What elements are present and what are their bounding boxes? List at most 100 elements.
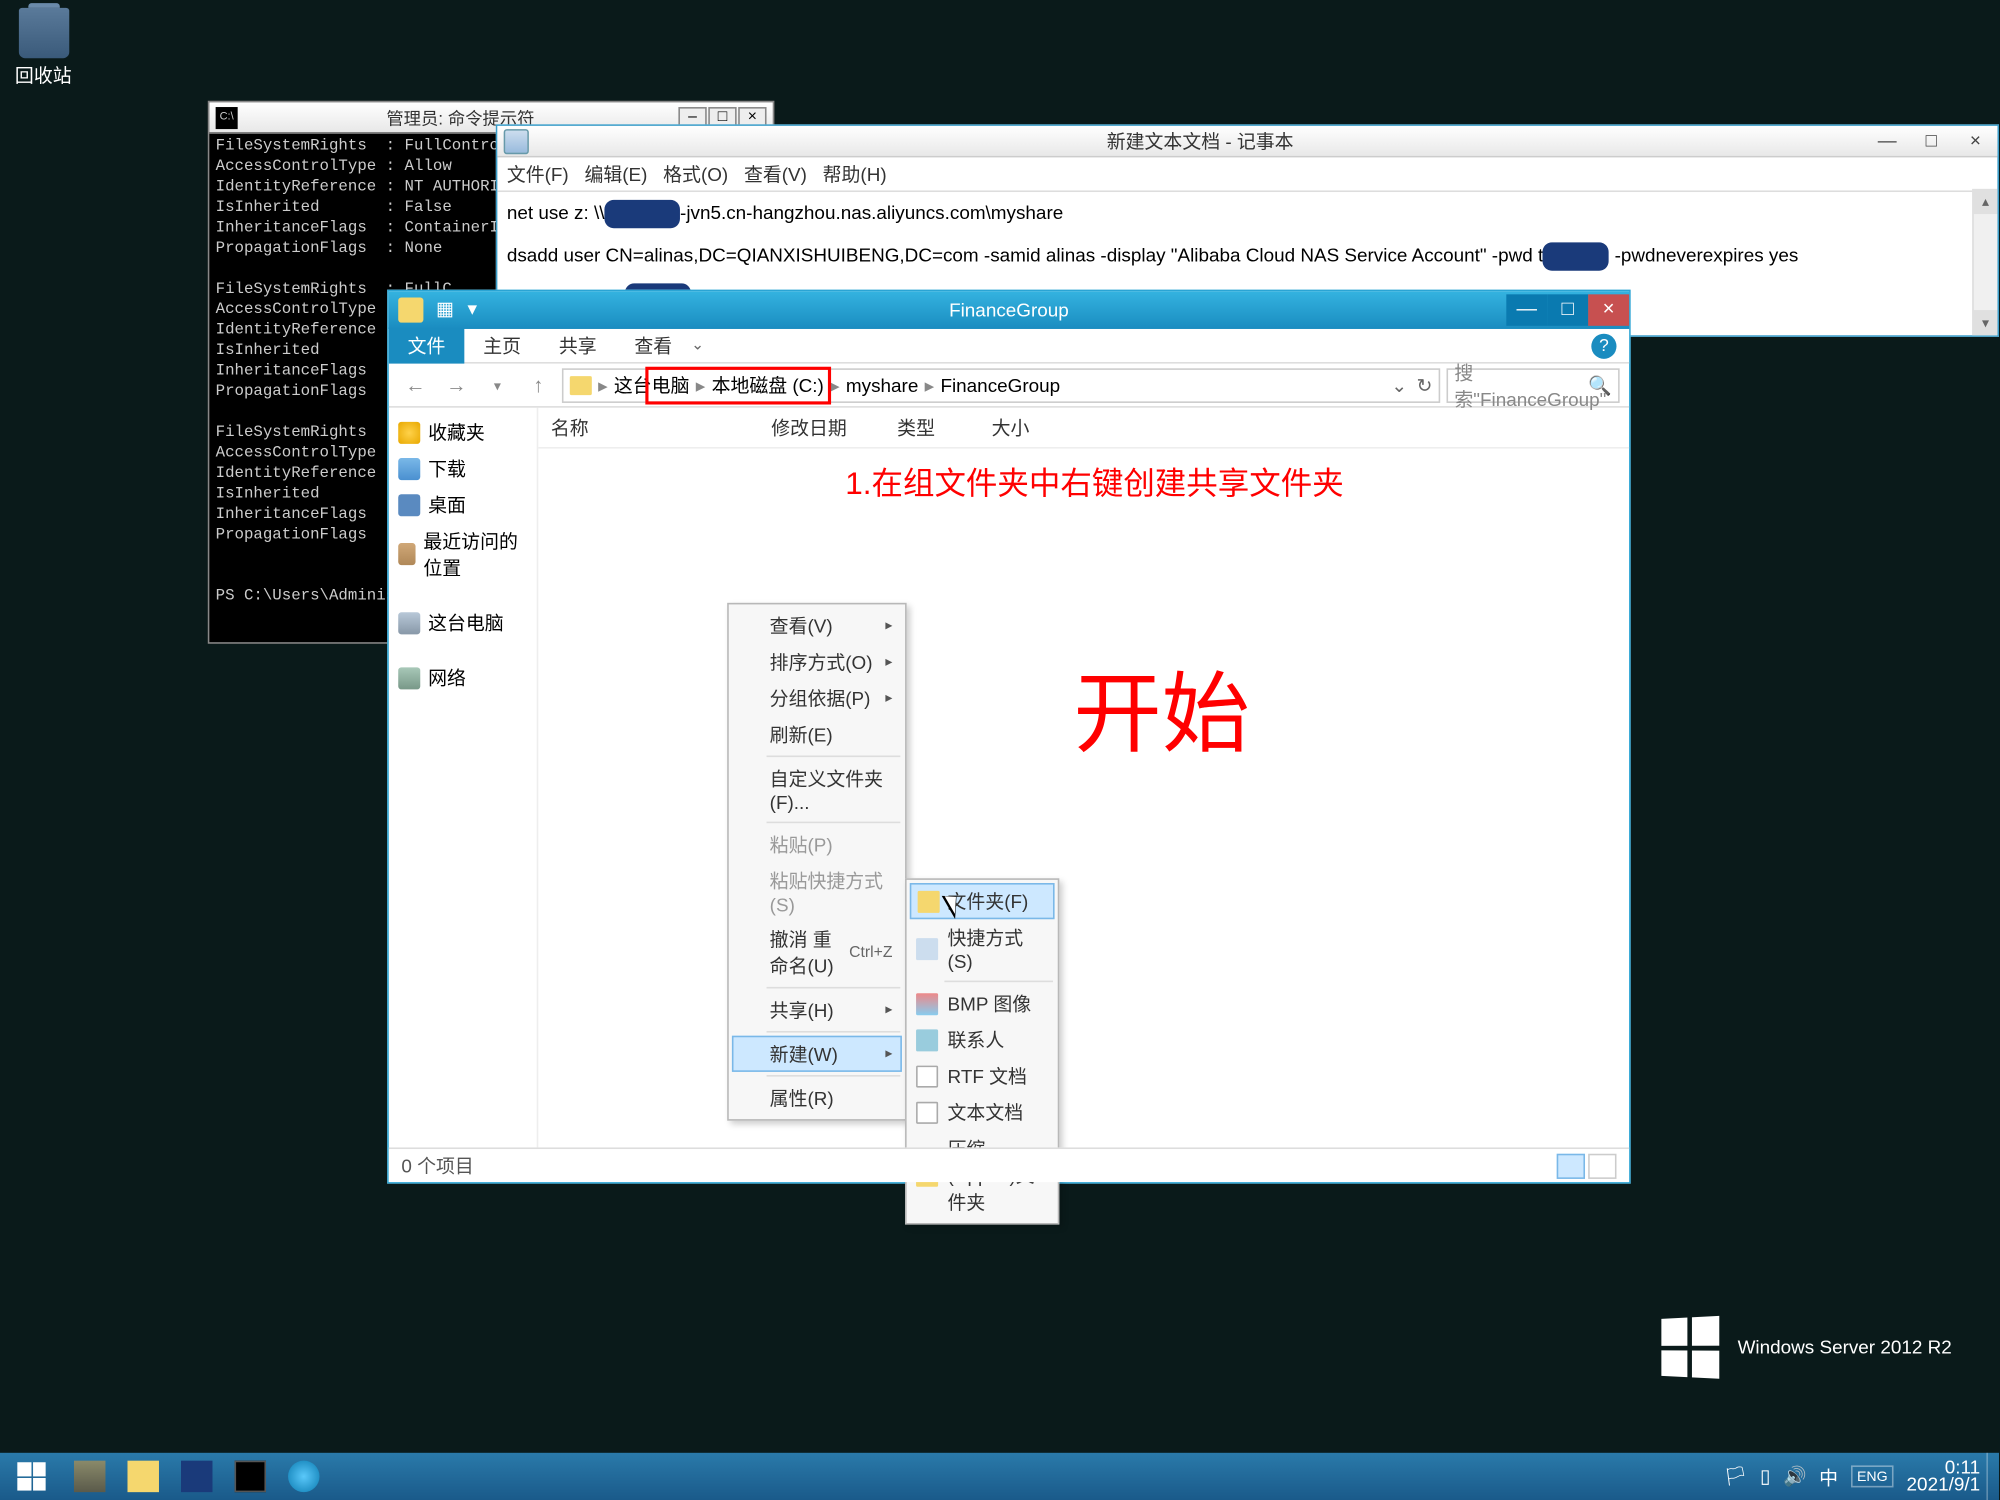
explorer-maximize-button[interactable]: □ <box>1547 294 1588 325</box>
tray-network-icon[interactable]: ▯ <box>1760 1465 1770 1487</box>
redacted-text: xxxxxxxx <box>604 200 680 228</box>
nav-forward-button[interactable]: → <box>439 368 474 403</box>
ctx-properties[interactable]: 属性(R) <box>732 1080 902 1116</box>
notepad-menu-format[interactable]: 格式(O) <box>663 161 728 188</box>
explorer-statusbar: 0 个项目 <box>389 1147 1629 1182</box>
sidebar-downloads[interactable]: 下载 <box>392 450 534 486</box>
qat-newfolder-icon[interactable]: ▾ <box>467 297 495 322</box>
notepad-maximize-button[interactable]: □ <box>1909 127 1953 155</box>
search-icon[interactable]: 🔍 <box>1588 374 1612 396</box>
explorer-close-button[interactable]: × <box>1588 294 1629 325</box>
view-icons-button[interactable] <box>1588 1153 1616 1178</box>
document-icon <box>916 1065 938 1087</box>
ctx-refresh[interactable]: 刷新(E) <box>732 716 902 752</box>
qat-properties-icon[interactable]: ▦ <box>436 297 464 322</box>
ribbon-tab-home[interactable]: 主页 <box>464 327 540 363</box>
chevron-right-icon[interactable]: ▸ <box>598 374 607 396</box>
col-name[interactable]: 名称 <box>538 411 758 444</box>
breadcrumb-bar[interactable]: ▸ 这台电脑 ▸ 本地磁盘 (C:) ▸ myshare ▸ FinanceGr… <box>562 368 1440 403</box>
ctx-new-rtf[interactable]: RTF 文档 <box>910 1058 1055 1094</box>
breadcrumb-disk[interactable]: 本地磁盘 (C:) <box>712 371 824 398</box>
sidebar-this-pc[interactable]: 这台电脑 <box>392 604 534 640</box>
tray-ime-indicator[interactable]: 中 <box>1819 1463 1838 1490</box>
explorer-title-text: FinanceGroup <box>389 299 1629 321</box>
ctx-paste-shortcut: 粘贴快捷方式(S) <box>732 863 902 921</box>
refresh-icon[interactable]: ↻ <box>1417 374 1433 396</box>
chevron-right-icon[interactable]: ▸ <box>830 374 839 396</box>
explorer-window: ▦ ▾ FinanceGroup — □ × 文件 主页 共享 查看 ⌄ ? ←… <box>387 290 1630 1184</box>
chevron-right-icon: ▸ <box>885 1001 892 1018</box>
help-icon[interactable]: ? <box>1591 333 1616 358</box>
chevron-right-icon[interactable]: ▸ <box>925 374 934 396</box>
tray-language-button[interactable]: ENG <box>1851 1465 1894 1487</box>
ribbon-expand-icon[interactable]: ⌄ <box>691 337 704 354</box>
tray-clock[interactable]: 0:11 2021/9/1 <box>1907 1459 1981 1494</box>
col-size[interactable]: 大小 <box>979 411 1058 444</box>
ctx-new-folder[interactable]: 文件夹(F) <box>910 883 1055 919</box>
notepad-menu-edit[interactable]: 编辑(E) <box>584 161 647 188</box>
annotation-step1: 1.在组文件夹中右键创建共享文件夹 <box>845 458 1343 504</box>
ribbon-tab-share[interactable]: 共享 <box>540 327 616 363</box>
nav-back-button[interactable]: ← <box>398 368 433 403</box>
notepad-menu-help[interactable]: 帮助(H) <box>823 161 887 188</box>
notepad-close-button[interactable]: × <box>1953 127 1997 155</box>
nav-history-dropdown[interactable]: ▾ <box>480 368 515 403</box>
notepad-title-text: 新建文本文档 - 记事本 <box>535 127 1865 154</box>
taskbar-server-manager[interactable] <box>63 1453 117 1500</box>
show-desktop-button[interactable] <box>1986 1453 1999 1500</box>
notepad-titlebar[interactable]: 新建文本文档 - 记事本 — □ × <box>497 126 1997 157</box>
notepad-menu-view[interactable]: 查看(V) <box>744 161 807 188</box>
notepad-scrollbar[interactable]: ▴ ▾ <box>1972 189 1997 335</box>
ctx-new-txt[interactable]: 文本文档 <box>910 1094 1055 1130</box>
taskbar-cmd[interactable] <box>224 1453 278 1500</box>
explorer-search-input[interactable]: 搜索"FinanceGroup" 🔍 <box>1447 368 1620 403</box>
ctx-new-contact[interactable]: 联系人 <box>910 1022 1055 1058</box>
explorer-ribbon: 文件 主页 共享 查看 ⌄ ? <box>389 329 1629 364</box>
ctx-sort[interactable]: 排序方式(O)▸ <box>732 644 902 680</box>
explorer-minimize-button[interactable]: — <box>1506 294 1547 325</box>
tray-sound-icon[interactable]: 🔊 <box>1783 1465 1807 1487</box>
os-watermark-text: Windows Server 2012 R2 <box>1738 1336 1952 1358</box>
chevron-right-icon[interactable]: ▸ <box>696 374 705 396</box>
context-menu: 查看(V)▸ 排序方式(O)▸ 分组依据(P)▸ 刷新(E) 自定义文件夹(F)… <box>727 603 906 1121</box>
ctx-group[interactable]: 分组依据(P)▸ <box>732 680 902 716</box>
sidebar-desktop[interactable]: 桌面 <box>392 486 534 522</box>
notepad-menu-file[interactable]: 文件(F) <box>507 161 569 188</box>
scroll-down-icon[interactable]: ▾ <box>1974 310 1998 335</box>
explorer-titlebar[interactable]: ▦ ▾ FinanceGroup — □ × <box>389 291 1629 329</box>
folder-icon <box>918 890 940 912</box>
scroll-up-icon[interactable]: ▴ <box>1974 189 1998 214</box>
ctx-new-bmp[interactable]: BMP 图像 <box>910 985 1055 1021</box>
nav-up-button[interactable]: ↑ <box>521 368 556 403</box>
sidebar-network[interactable]: 网络 <box>392 660 534 696</box>
taskbar-explorer[interactable] <box>116 1453 170 1500</box>
sidebar-recent[interactable]: 最近访问的位置 <box>392 523 534 586</box>
ctx-new[interactable]: 新建(W)▸ <box>732 1036 902 1072</box>
ctx-customize[interactable]: 自定义文件夹(F)... <box>732 760 902 818</box>
ribbon-tab-file[interactable]: 文件 <box>389 327 465 363</box>
breadcrumb-pc[interactable]: 这台电脑 <box>614 371 690 398</box>
ctx-share[interactable]: 共享(H)▸ <box>732 992 902 1028</box>
col-modified[interactable]: 修改日期 <box>759 411 885 444</box>
taskbar-powershell[interactable] <box>170 1453 224 1500</box>
notepad-minimize-button[interactable]: — <box>1865 127 1909 155</box>
shortcut-icon <box>916 937 938 959</box>
taskbar-ie[interactable] <box>277 1453 331 1500</box>
ctx-paste: 粘贴(P) <box>732 826 902 862</box>
explorer-file-pane[interactable]: 名称 修改日期 类型 大小 1.在组文件夹中右键创建共享文件夹 开始 查看(V)… <box>538 408 1629 1148</box>
ribbon-tab-view[interactable]: 查看 <box>616 327 692 363</box>
tray-flag-icon[interactable]: 🏳 <box>1723 1465 1747 1487</box>
explorer-icon <box>127 1461 158 1492</box>
desktop-recycle-bin[interactable]: 回收站 <box>8 8 79 88</box>
ctx-view[interactable]: 查看(V)▸ <box>732 608 902 644</box>
breadcrumb-myshare[interactable]: myshare <box>846 374 918 396</box>
sidebar-favorites[interactable]: 收藏夹 <box>392 414 534 450</box>
breadcrumb-dropdown-icon[interactable]: ⌄ <box>1391 374 1407 396</box>
desktop-icon <box>398 493 420 515</box>
col-type[interactable]: 类型 <box>885 411 979 444</box>
start-button[interactable] <box>0 1453 63 1500</box>
view-details-button[interactable] <box>1557 1153 1585 1178</box>
ctx-new-shortcut[interactable]: 快捷方式(S) <box>910 919 1055 977</box>
ctx-undo[interactable]: 撤消 重命名(U)Ctrl+Z <box>732 921 902 984</box>
breadcrumb-financegroup[interactable]: FinanceGroup <box>940 374 1060 396</box>
